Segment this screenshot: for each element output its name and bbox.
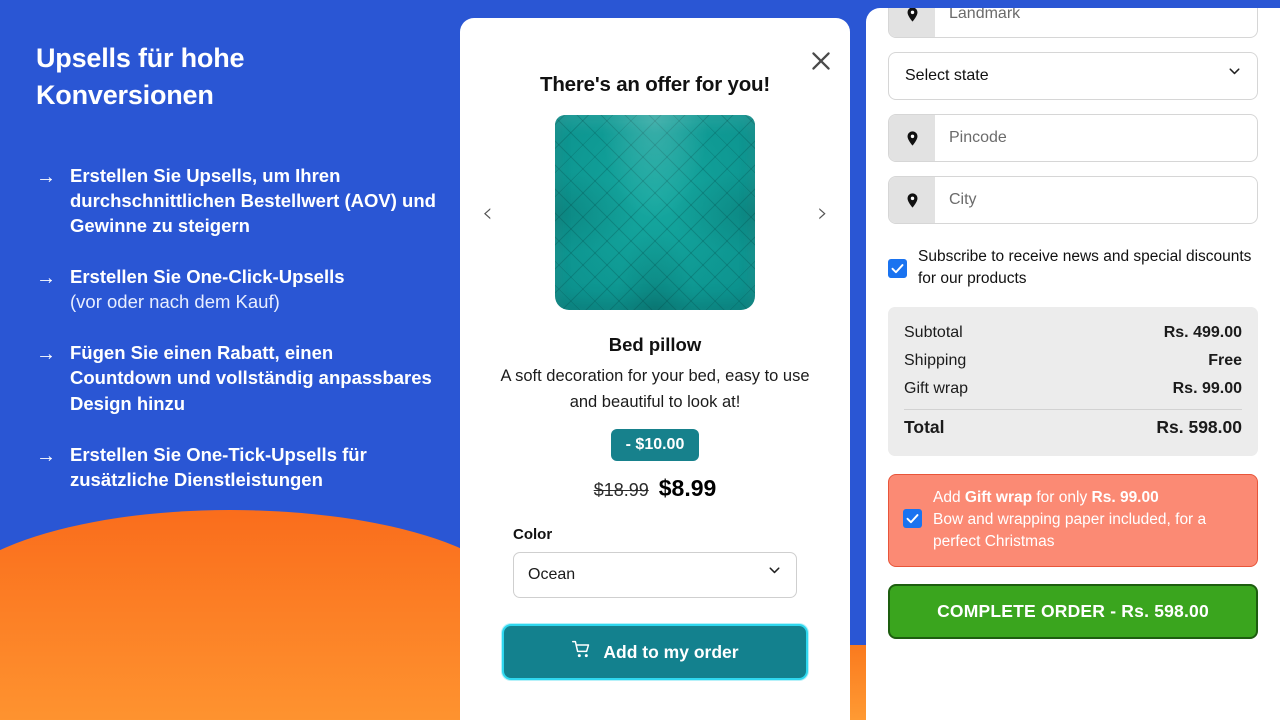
subscribe-row[interactable]: Subscribe to receive news and special di… bbox=[888, 246, 1258, 290]
summary-label: Gift wrap bbox=[904, 380, 969, 397]
giftwrap-line2: Bow and wrapping paper included, for a p… bbox=[933, 511, 1207, 550]
summary-value: Rs. 99.00 bbox=[1172, 380, 1242, 397]
complete-order-button[interactable]: COMPLETE ORDER - Rs. 598.00 bbox=[888, 584, 1258, 639]
shopping-cart-icon bbox=[571, 639, 592, 665]
upsell-offer-modal: There's an offer for you! ‹ › Bed pillow… bbox=[460, 18, 850, 720]
promo-bullet-4: → Erstellen Sie One-Tick-Upsells für zus… bbox=[36, 442, 436, 492]
summary-label: Shipping bbox=[904, 352, 967, 369]
promo-bullet-text: Fügen Sie einen Rabatt, einen Countdown … bbox=[70, 342, 432, 414]
giftwrap-text: Add Gift wrap for only Rs. 99.00 Bow and… bbox=[933, 487, 1243, 553]
subscribe-label: Subscribe to receive news and special di… bbox=[918, 248, 1252, 287]
promo-bullet-2: → Erstellen Sie One-Click-Upsells (vor o… bbox=[36, 264, 436, 314]
promo-bullet-text: Erstellen Sie One-Tick-Upsells für zusät… bbox=[70, 443, 367, 490]
giftwrap-checkbox[interactable] bbox=[903, 509, 922, 528]
divider-strip-orange bbox=[850, 645, 866, 720]
giftwrap-upsell[interactable]: Add Gift wrap for only Rs. 99.00 Bow and… bbox=[888, 474, 1258, 567]
decorative-wave bbox=[0, 510, 460, 720]
promo-title: Upsells für hohe Konversionen bbox=[36, 43, 245, 111]
location-pin-icon bbox=[889, 177, 935, 223]
close-icon[interactable] bbox=[808, 48, 834, 74]
summary-row-subtotal: Subtotal Rs. 499.00 bbox=[904, 319, 1242, 347]
giftwrap-line1-pre: Add bbox=[933, 489, 965, 506]
state-select-label: Select state bbox=[905, 67, 989, 84]
landmark-field[interactable]: Landmark bbox=[888, 8, 1258, 38]
product-image bbox=[555, 115, 755, 310]
state-select[interactable]: Select state bbox=[888, 52, 1258, 100]
city-placeholder: City bbox=[949, 191, 977, 208]
city-field[interactable]: City bbox=[888, 176, 1258, 224]
divider-strip bbox=[850, 0, 866, 720]
color-select-wrap: Ocean bbox=[513, 552, 797, 599]
price-original: $18.99 bbox=[593, 480, 649, 501]
price-discounted: $8.99 bbox=[658, 475, 717, 502]
summary-total-value: Rs. 598.00 bbox=[1156, 417, 1242, 437]
complete-order-label: COMPLETE ORDER - Rs. 598.00 bbox=[937, 601, 1209, 621]
summary-row-shipping: Shipping Free bbox=[904, 347, 1242, 375]
chevron-right-icon[interactable]: › bbox=[817, 199, 828, 226]
summary-total-label: Total bbox=[904, 417, 945, 437]
promo-bullet-sub: (vor oder nach dem Kauf) bbox=[70, 291, 280, 313]
summary-label: Subtotal bbox=[904, 324, 963, 341]
order-summary: Subtotal Rs. 499.00 Shipping Free Gift w… bbox=[888, 307, 1258, 456]
arrow-right-icon: → bbox=[36, 444, 56, 467]
product-name: Bed pillow bbox=[608, 334, 702, 355]
location-pin-icon bbox=[889, 115, 935, 161]
giftwrap-line1-price: Rs. 99.00 bbox=[1091, 489, 1159, 506]
add-to-order-label: Add to my order bbox=[603, 641, 739, 662]
product-gallery: ‹ › bbox=[482, 105, 828, 320]
promo-bullet-3: → Fügen Sie einen Rabatt, einen Countdow… bbox=[36, 340, 436, 415]
discount-badge: - $10.00 bbox=[610, 429, 700, 462]
checkout-panel: Landmark Select state Pincode City Subsc… bbox=[866, 8, 1280, 720]
summary-value: Free bbox=[1208, 352, 1242, 369]
summary-row-giftwrap: Gift wrap Rs. 99.00 bbox=[904, 375, 1242, 403]
giftwrap-line1-mid: for only bbox=[1032, 489, 1092, 506]
price-row: $18.99 $8.99 bbox=[482, 475, 828, 502]
promo-panel: Upsells für hohe Konversionen → Erstelle… bbox=[0, 0, 460, 720]
pincode-placeholder: Pincode bbox=[949, 129, 1007, 146]
arrow-right-icon: → bbox=[36, 266, 56, 289]
discount-row: - $10.00 bbox=[482, 429, 828, 462]
promo-bullet-text: Erstellen Sie Upsells, um Ihren durchsch… bbox=[70, 164, 436, 236]
divider-strip-blue bbox=[850, 0, 866, 645]
chevron-down-icon bbox=[1226, 63, 1243, 85]
arrow-right-icon: → bbox=[36, 165, 56, 188]
summary-value: Rs. 499.00 bbox=[1163, 324, 1242, 341]
giftwrap-line1-bold: Gift wrap bbox=[964, 489, 1033, 506]
landmark-placeholder: Landmark bbox=[949, 8, 1021, 22]
arrow-right-icon: → bbox=[36, 343, 56, 366]
add-to-order-button[interactable]: Add to my order bbox=[502, 624, 808, 681]
summary-divider bbox=[904, 409, 1242, 410]
color-label: Color bbox=[513, 526, 553, 544]
product-description: A soft decoration for your bed, easy to … bbox=[500, 367, 810, 411]
summary-row-total: Total Rs. 598.00 bbox=[904, 412, 1242, 443]
offer-title: There's an offer for you! bbox=[540, 73, 770, 96]
chevron-left-icon[interactable]: ‹ bbox=[482, 199, 493, 226]
promo-bullet-main: Erstellen Sie One-Click-Upsells bbox=[70, 265, 345, 287]
subscribe-checkbox[interactable] bbox=[888, 259, 907, 278]
location-pin-icon bbox=[889, 8, 935, 37]
color-select[interactable]: Ocean bbox=[513, 552, 797, 599]
screenshot-stage: Upsells für hohe Konversionen → Erstelle… bbox=[0, 0, 1280, 720]
promo-bullet-1: → Erstellen Sie Upsells, um Ihren durchs… bbox=[36, 163, 436, 238]
promo-bullet-text: Erstellen Sie One-Click-Upsells (vor ode… bbox=[70, 264, 345, 314]
promo-bullet-list: → Erstellen Sie Upsells, um Ihren durchs… bbox=[36, 163, 436, 493]
pincode-field[interactable]: Pincode bbox=[888, 114, 1258, 162]
